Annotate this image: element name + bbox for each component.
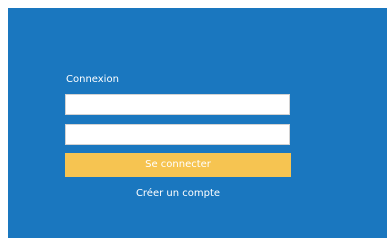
create-account-link[interactable]: Créer un compte: [65, 188, 291, 200]
username-field[interactable]: [65, 94, 290, 115]
login-panel: Connexion Se connecter Créer un compte: [8, 8, 387, 238]
login-heading: Connexion: [66, 74, 119, 85]
password-field[interactable]: [65, 124, 290, 145]
login-button[interactable]: Se connecter: [65, 153, 291, 177]
